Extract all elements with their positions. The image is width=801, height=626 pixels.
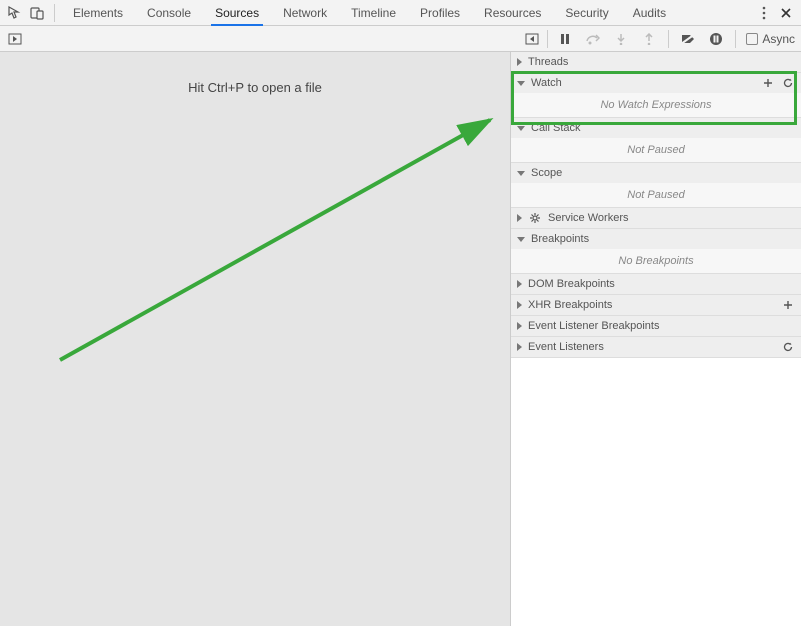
- separator: [668, 30, 669, 48]
- panel-title: XHR Breakpoints: [528, 299, 775, 311]
- panel-header-threads[interactable]: Threads: [511, 52, 801, 72]
- panel-header-service-workers[interactable]: Service Workers: [511, 208, 801, 228]
- panel-title: Service Workers: [548, 212, 795, 224]
- tab-profiles[interactable]: Profiles: [410, 0, 470, 26]
- panel-service-workers: Service Workers: [511, 208, 801, 229]
- tab-timeline[interactable]: Timeline: [341, 0, 406, 26]
- async-label: Async: [762, 32, 795, 46]
- scope-empty: Not Paused: [511, 183, 801, 207]
- panel-header-event-listeners[interactable]: Event Listeners: [511, 337, 801, 357]
- callstack-empty: Not Paused: [511, 138, 801, 162]
- gear-icon: [528, 211, 542, 225]
- chevron-right-icon: [517, 343, 522, 351]
- step-out-icon[interactable]: [640, 30, 658, 48]
- tab-label: Profiles: [420, 6, 460, 20]
- pause-icon[interactable]: [556, 30, 574, 48]
- async-toggle[interactable]: Async: [746, 32, 795, 46]
- panel-title: Event Listeners: [528, 341, 775, 353]
- show-debugger-icon[interactable]: [523, 30, 541, 48]
- panel-title: Call Stack: [531, 122, 795, 134]
- panel-watch: Watch No Watch Expressions: [511, 73, 801, 118]
- tab-audits[interactable]: Audits: [623, 0, 676, 26]
- add-xhr-breakpoint-icon[interactable]: [781, 298, 795, 312]
- editor-area[interactable]: Hit Ctrl+P to open a file: [0, 52, 511, 626]
- device-toggle-icon[interactable]: [28, 4, 46, 22]
- panel-title: Scope: [531, 167, 795, 179]
- tab-label: Console: [147, 6, 191, 20]
- chevron-right-icon: [517, 322, 522, 330]
- panel-callstack: Call Stack Not Paused: [511, 118, 801, 163]
- separator: [54, 4, 55, 22]
- chevron-right-icon: [517, 58, 522, 66]
- panel-header-breakpoints[interactable]: Breakpoints: [511, 229, 801, 249]
- step-into-icon[interactable]: [612, 30, 630, 48]
- devtools-tabstrip: Elements Console Sources Network Timelin…: [0, 0, 801, 26]
- tab-label: Security: [565, 6, 608, 20]
- panel-header-xhr-breakpoints[interactable]: XHR Breakpoints: [511, 295, 801, 315]
- tab-console[interactable]: Console: [137, 0, 201, 26]
- tab-label: Timeline: [351, 6, 396, 20]
- tab-network[interactable]: Network: [273, 0, 337, 26]
- panel-breakpoints: Breakpoints No Breakpoints: [511, 229, 801, 274]
- panel-header-callstack[interactable]: Call Stack: [511, 118, 801, 138]
- chevron-down-icon: [517, 171, 525, 176]
- deactivate-breakpoints-icon[interactable]: [679, 30, 697, 48]
- tab-label: Network: [283, 6, 327, 20]
- step-over-icon[interactable]: [584, 30, 602, 48]
- chevron-right-icon: [517, 301, 522, 309]
- panel-threads: Threads: [511, 52, 801, 73]
- editor-hint: Hit Ctrl+P to open a file: [0, 80, 510, 95]
- refresh-watch-icon[interactable]: [781, 76, 795, 90]
- panel-event-listeners: Event Listeners: [511, 337, 801, 358]
- chevron-right-icon: [517, 214, 522, 222]
- checkbox-icon: [746, 33, 758, 45]
- panel-dom-breakpoints: DOM Breakpoints: [511, 274, 801, 295]
- show-navigator-icon[interactable]: [6, 30, 24, 48]
- tab-label: Resources: [484, 6, 541, 20]
- panel-title: Event Listener Breakpoints: [528, 320, 795, 332]
- tab-security[interactable]: Security: [555, 0, 618, 26]
- panel-title: Breakpoints: [531, 233, 795, 245]
- watch-empty: No Watch Expressions: [511, 93, 801, 117]
- tab-label: Audits: [633, 6, 666, 20]
- sources-main: Hit Ctrl+P to open a file Threads Watch …: [0, 52, 801, 626]
- chevron-down-icon: [517, 81, 525, 86]
- panel-scope: Scope Not Paused: [511, 163, 801, 208]
- panel-title: DOM Breakpoints: [528, 278, 795, 290]
- tab-sources[interactable]: Sources: [205, 0, 269, 26]
- panel-header-scope[interactable]: Scope: [511, 163, 801, 183]
- breakpoints-empty: No Breakpoints: [511, 249, 801, 273]
- close-icon[interactable]: [777, 4, 795, 22]
- panel-header-event-listener-breakpoints[interactable]: Event Listener Breakpoints: [511, 316, 801, 336]
- panel-header-dom-breakpoints[interactable]: DOM Breakpoints: [511, 274, 801, 294]
- tab-resources[interactable]: Resources: [474, 0, 551, 26]
- tab-label: Elements: [73, 6, 123, 20]
- debugger-sidebar: Threads Watch No Watch Expressions Call …: [511, 52, 801, 626]
- panel-header-watch[interactable]: Watch: [511, 73, 801, 93]
- chevron-right-icon: [517, 280, 522, 288]
- pause-on-exceptions-icon[interactable]: [707, 30, 725, 48]
- separator: [735, 30, 736, 48]
- refresh-event-listeners-icon[interactable]: [781, 340, 795, 354]
- panel-title: Watch: [531, 77, 755, 89]
- tab-label: Sources: [215, 6, 259, 20]
- kebab-menu-icon[interactable]: [755, 4, 773, 22]
- panel-event-listener-breakpoints: Event Listener Breakpoints: [511, 316, 801, 337]
- tab-elements[interactable]: Elements: [63, 0, 133, 26]
- chevron-down-icon: [517, 237, 525, 242]
- panel-title: Threads: [528, 56, 795, 68]
- chevron-down-icon: [517, 126, 525, 131]
- inspect-icon[interactable]: [6, 4, 24, 22]
- sources-toolbar: Async: [0, 26, 801, 52]
- panel-xhr-breakpoints: XHR Breakpoints: [511, 295, 801, 316]
- add-watch-icon[interactable]: [761, 76, 775, 90]
